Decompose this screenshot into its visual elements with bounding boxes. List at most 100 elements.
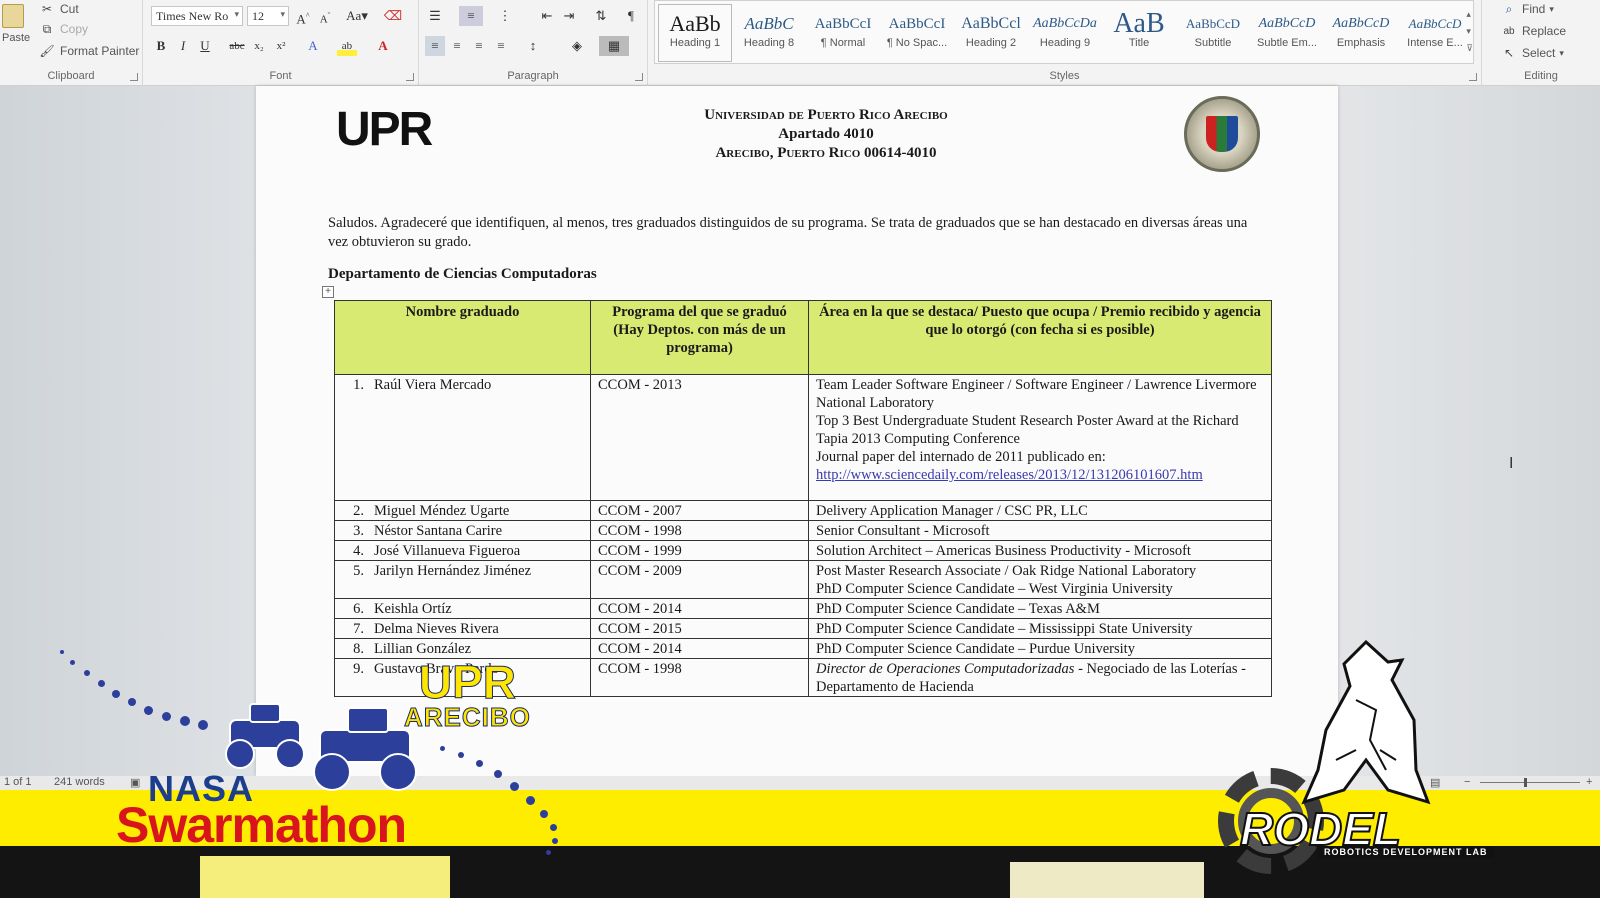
table-header-cell[interactable]: Programa del que se graduó (Hay Deptos. … (590, 300, 809, 375)
chevron-down-icon: ▾ (1549, 3, 1554, 14)
styles-scroll[interactable]: ▴ ▾ ⊽ (1466, 6, 1473, 57)
text-effects-icon[interactable]: A (303, 36, 323, 56)
style-heading-2[interactable]: AaBbCcl Heading 2 (955, 5, 1027, 61)
paragraph-launcher[interactable] (635, 73, 643, 81)
program-cell[interactable]: CCOM - 2014 (590, 598, 809, 619)
department-heading[interactable]: Departamento de Ciencias Computadoras (328, 266, 597, 283)
sort-icon[interactable]: ⇅ (591, 6, 611, 26)
styles-launcher[interactable] (1469, 73, 1477, 81)
zoom-in-icon[interactable]: + (1586, 776, 1592, 788)
style-heading-1[interactable]: AaBb Heading 1 (658, 4, 732, 62)
program-cell[interactable]: CCOM - 2007 (590, 500, 809, 521)
align-right-icon[interactable]: ≡ (469, 36, 489, 56)
program-cell[interactable]: CCOM - 1998 (590, 520, 809, 541)
find-button[interactable]: ⌕ Find ▾ (1500, 0, 1554, 18)
clipboard-launcher[interactable] (130, 73, 138, 81)
font-launcher[interactable] (406, 73, 414, 81)
graduate-name-cell[interactable]: 6. Keishla Ortíz (334, 598, 591, 619)
table-row: 1. Raúl Viera Mercado CCOM - 2013 Team Lead… (334, 374, 1272, 501)
zoom-slider-thumb[interactable] (1524, 778, 1527, 787)
decrease-indent-icon[interactable]: ⇤ (537, 6, 557, 26)
style-emphasis[interactable]: AaBbCcD Emphasis (1325, 5, 1397, 61)
graduate-name: Lillian González (374, 641, 472, 657)
style-title[interactable]: AaB Title (1103, 5, 1175, 61)
program-cell[interactable]: CCOM - 2015 (590, 618, 809, 639)
grow-font-button[interactable]: A^ (293, 6, 313, 26)
align-left-icon[interactable]: ≡ (425, 36, 445, 56)
word-count[interactable]: 241 words (54, 776, 105, 788)
format-painter-button[interactable]: 🖌 Format Painter (38, 42, 139, 60)
area-cell[interactable]: PhD Computer Science Candidate – Mississ… (808, 618, 1272, 639)
underline-button[interactable]: U (195, 36, 215, 56)
increase-indent-icon[interactable]: ⇥ (559, 6, 579, 26)
align-center-icon[interactable]: ≡ (447, 36, 467, 56)
font-color-icon[interactable]: A (373, 36, 393, 56)
area-cell[interactable]: Post Master Research Associate / Oak Rid… (808, 560, 1272, 599)
shrink-font-button[interactable]: Aˇ (315, 6, 335, 26)
graduate-name-cell[interactable]: 4. José Villanueva Figueroa (334, 540, 591, 561)
row-number: 7. (353, 621, 364, 637)
intro-paragraph[interactable]: Saludos. Agradeceré que identifiquen, al… (328, 214, 1258, 252)
font-name-combo[interactable]: Times New Ro ▾ (151, 6, 243, 26)
cut-button[interactable]: ✂ Cut (38, 0, 79, 18)
clear-formatting-icon[interactable]: ⌫ (383, 6, 403, 26)
copy-button[interactable]: ⧉ Copy (38, 20, 88, 38)
area-cell[interactable]: PhD Computer Science Candidate – Texas A… (808, 598, 1272, 619)
style-name: Heading 9 (1039, 37, 1091, 49)
superscript-button[interactable]: x² (271, 36, 291, 56)
program-cell[interactable]: CCOM - 2013 (590, 374, 809, 501)
area-cell[interactable]: Senior Consultant - Microsoft (808, 520, 1272, 541)
table-move-handle[interactable]: + (322, 286, 334, 298)
program-cell[interactable]: CCOM - 2014 (590, 638, 809, 659)
select-button[interactable]: ↖ Select ▾ (1500, 44, 1564, 62)
graduate-name-cell[interactable]: 5. Jarilyn Hernández Jiménez (334, 560, 591, 599)
graduates-table[interactable]: Nombre graduado Programa del que se grad… (334, 300, 1272, 697)
subscript-button[interactable]: x₂ (249, 36, 269, 56)
area-cell[interactable]: Solution Architect – Americas Business P… (808, 540, 1272, 561)
program-cell[interactable]: CCOM - 1999 (590, 540, 809, 561)
graduate-name-cell[interactable]: 3. Néstor Santana Carire (334, 520, 591, 541)
program-cell[interactable]: CCOM - 1998 (590, 658, 809, 697)
style-subtle-em[interactable]: AaBbCcD Subtle Em... (1251, 5, 1323, 61)
table-header-cell[interactable]: Nombre graduado (334, 300, 591, 375)
justify-icon[interactable]: ≡ (491, 36, 511, 56)
graduate-name-cell[interactable]: 1. Raúl Viera Mercado (334, 374, 591, 501)
style-normal[interactable]: AaBbCcI ¶ Normal (807, 5, 879, 61)
italic-button[interactable]: I (173, 36, 193, 56)
style-heading-9[interactable]: AaBbCcDa Heading 9 (1029, 5, 1101, 61)
shading-icon[interactable]: ◈ (567, 36, 587, 56)
borders-icon[interactable]: ▦ (599, 36, 629, 56)
zoom-out-icon[interactable]: − (1464, 776, 1470, 788)
proofing-icon[interactable]: ▣ (130, 776, 140, 789)
area-line: Solution Architect – Americas Business P… (816, 543, 1191, 559)
style-subtitle[interactable]: AaBbCcD Subtitle (1177, 5, 1249, 61)
replace-button[interactable]: ab Replace (1500, 22, 1566, 40)
bullets-icon[interactable]: ☰ (425, 6, 445, 26)
font-size-combo[interactable]: 12 ▾ (247, 6, 289, 26)
style-intense-e[interactable]: AaBbCcD Intense E... (1399, 5, 1471, 61)
area-cell[interactable]: Team Leader Software Engineer / Software… (808, 374, 1272, 501)
style-no-spac[interactable]: AaBbCcI ¶ No Spac... (881, 5, 953, 61)
multilevel-list-icon[interactable]: ⋮ (495, 6, 515, 26)
zoom-slider[interactable] (1480, 782, 1580, 783)
area-cell[interactable]: PhD Computer Science Candidate – Purdue … (808, 638, 1272, 659)
numbering-icon[interactable]: ≡ (459, 6, 483, 26)
graduate-name-cell[interactable]: 2. Miguel Méndez Ugarte (334, 500, 591, 521)
graduate-name-cell[interactable]: 7. Delma Nieves Rivera (334, 618, 591, 639)
paste-button[interactable]: Paste (2, 4, 30, 44)
program-cell[interactable]: CCOM - 2009 (590, 560, 809, 599)
strikethrough-button[interactable]: abc (227, 36, 247, 56)
highlighter-icon[interactable]: ab (337, 36, 357, 56)
line-spacing-icon[interactable]: ↕ (523, 36, 543, 56)
table-header-cell[interactable]: Área en la que se destaca/ Puesto que oc… (808, 300, 1272, 375)
bold-button[interactable]: B (151, 36, 171, 56)
style-heading-8[interactable]: AaBbC Heading 8 (733, 5, 805, 61)
change-case-button[interactable]: Aa▾ (341, 6, 373, 26)
area-cell[interactable]: Director de Operaciones Computadorizadas… (808, 658, 1272, 697)
seal-shield-icon (1206, 116, 1238, 152)
pilcrow-icon[interactable]: ¶ (621, 6, 641, 26)
area-cell[interactable]: Delivery Application Manager / CSC PR, L… (808, 500, 1272, 521)
graduate-name: José Villanueva Figueroa (374, 543, 521, 559)
page-count[interactable]: 1 of 1 (4, 776, 32, 788)
article-link[interactable]: http://www.sciencedaily.com/releases/201… (816, 467, 1203, 483)
